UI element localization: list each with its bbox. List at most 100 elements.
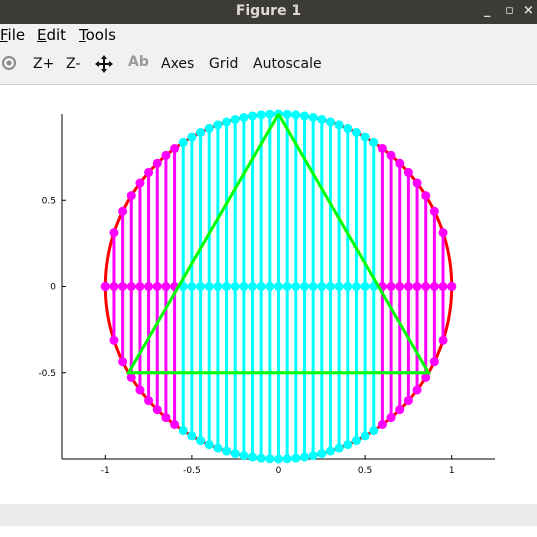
stem-marker [299, 282, 309, 291]
menu-edit[interactable]: Edit [37, 26, 66, 44]
stem-marker [109, 282, 119, 291]
stem-marker [291, 282, 301, 291]
stem-marker [403, 167, 413, 177]
stem-marker [161, 413, 171, 423]
stem-marker [196, 127, 206, 137]
chart-svg[interactable]: -1 -0.5 0 0.5 1 -0.5 0 0.5 [0, 85, 537, 504]
stem-marker [412, 178, 422, 188]
stem-marker [213, 120, 223, 130]
stem-marker [248, 452, 258, 462]
stem-marker [239, 282, 249, 291]
stem-marker [282, 454, 292, 464]
stem-marker [100, 282, 110, 291]
stem-marker [369, 137, 379, 147]
stem-marker [325, 446, 335, 456]
x-tick-label: -1 [101, 466, 110, 476]
stem-marker [135, 178, 145, 188]
stem-marker [248, 111, 258, 121]
stem-marker [256, 453, 266, 463]
stem-marker [126, 191, 136, 201]
stem-marker [325, 282, 335, 291]
menu-tools-accel: T [79, 26, 86, 44]
stem-marker [351, 282, 361, 291]
grid-button[interactable]: Grid [209, 56, 238, 72]
window-title: Figure 1 [235, 3, 302, 19]
menu-tools[interactable]: Tools [79, 26, 116, 44]
stem-marker [412, 385, 422, 395]
stem-marker [213, 443, 223, 453]
stem-marker [299, 452, 309, 462]
stem-marker [343, 282, 353, 291]
stem-marker [187, 282, 197, 291]
stem-marker [152, 282, 162, 291]
stem-marker [109, 228, 119, 238]
stem-marker [429, 282, 439, 291]
zoom-in-button[interactable]: Z+ [33, 56, 54, 72]
stem-marker [282, 109, 292, 119]
stem-marker [343, 123, 353, 133]
stem-marker [161, 150, 171, 160]
stem-marker [334, 120, 344, 130]
stem-marker [438, 335, 448, 345]
stem-marker [118, 282, 128, 291]
plot-area: -1 -0.5 0 0.5 1 -0.5 0 0.5 [0, 85, 537, 504]
stem-marker [178, 137, 188, 147]
stem-marker [239, 112, 249, 122]
stem-marker [196, 436, 206, 446]
stem-marker [222, 446, 232, 456]
close-button[interactable]: × [523, 3, 534, 19]
stem-marker [144, 396, 154, 406]
autoscale-button[interactable]: Autoscale [253, 56, 322, 72]
minimize-button[interactable]: _ [484, 3, 491, 19]
stem-marker [152, 405, 162, 415]
y-tick-label: 0 [50, 283, 56, 293]
stem-marker [118, 357, 128, 367]
stem-marker [421, 282, 431, 291]
stem-marker [351, 127, 361, 137]
stem-marker [118, 206, 128, 216]
stem-marker [412, 282, 422, 291]
stem-marker [144, 167, 154, 177]
stem-marker [265, 282, 275, 291]
stem-marker [325, 117, 335, 127]
status-bar [0, 504, 537, 526]
stem-marker [377, 420, 387, 429]
stem-marker [360, 132, 370, 142]
stem-marker [170, 144, 180, 153]
stem-marker [213, 282, 223, 291]
stem-marker [109, 335, 119, 345]
y-tick-label: 0.5 [42, 196, 56, 206]
stem-marker [135, 385, 145, 395]
stem-marker [291, 453, 301, 463]
stem-marker [256, 110, 266, 120]
stem-marker [317, 449, 327, 459]
stem-marker [360, 282, 370, 291]
stem-marker [248, 282, 258, 291]
stem-marker [334, 282, 344, 291]
stem-marker [256, 282, 266, 291]
stem-marker [403, 396, 413, 406]
menu-file-accel: F [0, 26, 8, 44]
stem-marker [386, 150, 396, 160]
x-tick-label: -0.5 [183, 466, 201, 476]
stem-marker [386, 413, 396, 423]
stem-marker [170, 420, 180, 429]
stem-marker [343, 440, 353, 450]
stem-marker [308, 451, 318, 461]
rotate-button[interactable] [0, 54, 18, 76]
text-tool-button[interactable]: Ab [128, 54, 149, 70]
zoom-out-button[interactable]: Z- [66, 56, 80, 72]
stem-marker [395, 405, 405, 415]
stem-marker [222, 117, 232, 127]
stem-marker [421, 191, 431, 201]
axes-button[interactable]: Axes [161, 56, 194, 72]
stem-marker [360, 431, 370, 441]
maximize-button[interactable]: ▫ [505, 3, 514, 19]
stem-marker [403, 282, 413, 291]
menu-file[interactable]: File [0, 26, 25, 44]
stem-marker [126, 282, 136, 291]
stem-marker [395, 158, 405, 168]
pan-button[interactable] [94, 54, 114, 78]
stem-marker [299, 111, 309, 121]
title-bar: Figure 1 _ ▫ × [0, 0, 537, 24]
